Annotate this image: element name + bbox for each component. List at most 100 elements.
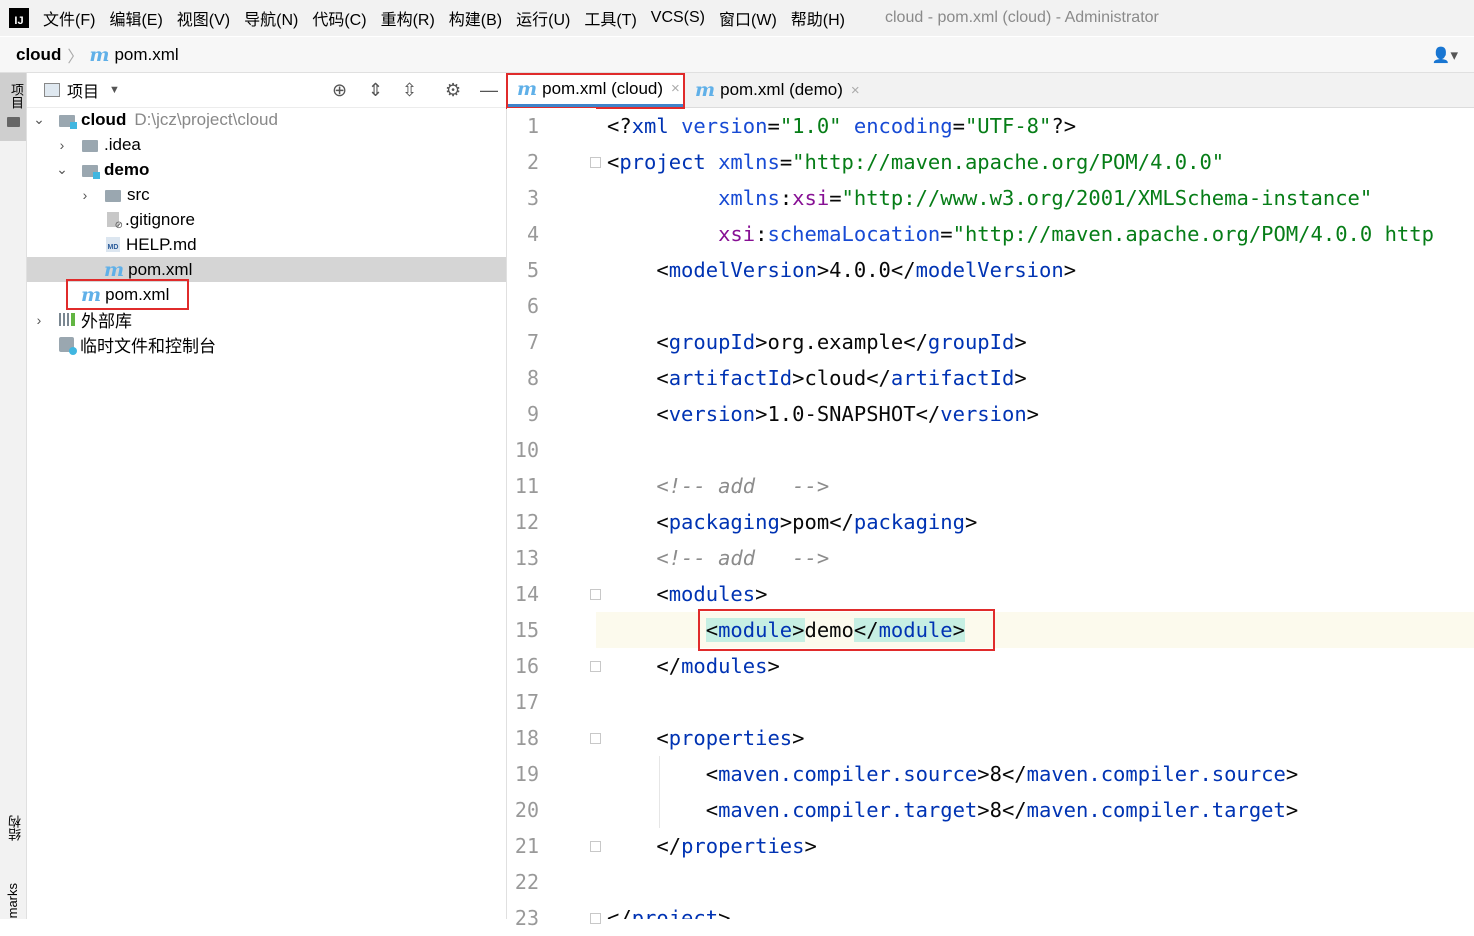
line-number: 18	[514, 726, 539, 750]
tree-label: demo	[104, 159, 150, 179]
structure-tool-button[interactable]: 结构	[6, 815, 25, 841]
code-line-14: <modules>	[607, 582, 768, 606]
code-line-20: <maven.compiler.target>8</maven.compiler…	[607, 798, 1299, 822]
tree-item-external-libraries[interactable]: › 外部库	[27, 307, 506, 332]
tree-item-src[interactable]: › src	[27, 182, 506, 207]
tree-label: HELP.md	[126, 234, 197, 254]
highlight-box	[698, 609, 995, 651]
line-number: 2	[526, 150, 539, 174]
gear-icon[interactable]: ⚙	[445, 80, 461, 101]
code-line-19: <maven.compiler.source>8</maven.compiler…	[607, 762, 1299, 786]
menu-vcs[interactable]: VCS(S)	[651, 9, 705, 27]
project-panel-header: 项目 ▼ ⊕ ⇕ ⇳ ⚙ —	[27, 73, 506, 108]
menu-navigate[interactable]: 导航(N)	[244, 6, 298, 30]
code-line-8: <artifactId>cloud</artifactId>	[607, 366, 1027, 390]
breadcrumb-file[interactable]: pom.xml	[114, 45, 178, 65]
line-number: 20	[514, 798, 539, 822]
collapse-all-icon[interactable]: ⇳	[402, 80, 417, 101]
line-number: 11	[514, 474, 539, 498]
tree-label: 外部库	[81, 312, 132, 331]
chevron-down-icon[interactable]: ▼	[109, 84, 120, 96]
breadcrumb-separator-icon: 〉	[67, 48, 84, 66]
editor: m pom.xml (cloud) × m pom.xml (demo) × 1…	[506, 73, 1474, 930]
menu-tools[interactable]: 工具(T)	[584, 6, 636, 30]
chevron-right-icon[interactable]: ›	[33, 312, 45, 328]
code-line-13: <!-- add -->	[656, 546, 830, 570]
menu-view[interactable]: 视图(V)	[177, 6, 230, 30]
code-line-12: <packaging>pom</packaging>	[607, 510, 978, 534]
expand-all-icon[interactable]: ⇕	[368, 80, 383, 101]
line-number: 12	[514, 510, 539, 534]
code-line-23: </project>	[607, 906, 731, 919]
close-icon[interactable]: ×	[851, 82, 860, 99]
ignore-file-icon	[107, 212, 123, 231]
line-number: 16	[514, 654, 539, 678]
code-line-5: <modelVersion>4.0.0</modelVersion>	[607, 258, 1077, 282]
project-panel-title[interactable]: 项目	[67, 78, 99, 102]
code-editor[interactable]: <?xml version="1.0" encoding="UTF-8"?> <…	[596, 108, 1474, 919]
tree-item-scratches[interactable]: 临时文件和控制台	[27, 332, 506, 357]
project-path: D:\jcz\project\cloud	[134, 109, 278, 129]
minimize-icon[interactable]: —	[480, 80, 498, 101]
menu-window[interactable]: 窗口(W)	[719, 6, 777, 30]
tree-label: cloud	[81, 109, 127, 129]
line-number: 23	[514, 906, 539, 930]
chevron-right-icon[interactable]: ›	[79, 187, 91, 203]
menu-file[interactable]: 文件(F)	[43, 6, 95, 30]
code-line-21: </properties>	[607, 834, 817, 858]
chevron-right-icon[interactable]: ›	[56, 137, 68, 153]
chevron-down-icon[interactable]: ⌄	[56, 161, 68, 178]
menu-bar: IJ 文件(F) 编辑(E) 视图(V) 导航(N) 代码(C) 重构(R) 构…	[0, 0, 1474, 36]
line-number: 17	[514, 690, 539, 714]
tree-item-gitignore[interactable]: .gitignore	[27, 207, 506, 232]
menu-build[interactable]: 构建(B)	[449, 6, 502, 30]
navigation-breadcrumb: cloud 〉 m pom.xml 👤▾	[0, 37, 1474, 73]
maven-file-icon: m	[104, 258, 125, 281]
scratches-icon	[59, 337, 77, 355]
user-account-icon[interactable]: 👤▾	[1432, 46, 1458, 64]
tree-label: 临时文件和控制台	[80, 337, 216, 356]
locate-icon[interactable]: ⊕	[332, 80, 347, 101]
module-folder-icon	[82, 164, 100, 179]
menu-refactor[interactable]: 重构(R)	[381, 6, 435, 30]
project-tool-button[interactable]: 项目	[0, 73, 26, 141]
window-title: cloud - pom.xml (cloud) - Administrator	[885, 9, 1159, 26]
editor-tabs: m pom.xml (cloud) × m pom.xml (demo) ×	[506, 73, 1474, 109]
line-number: 21	[514, 834, 539, 858]
line-number: 6	[526, 294, 539, 318]
markdown-file-icon: MD	[106, 237, 120, 252]
code-line-7: <groupId>org.example</groupId>	[607, 330, 1027, 354]
project-view-icon	[44, 83, 60, 97]
line-number: 13	[514, 546, 539, 570]
intellij-logo-icon: IJ	[7, 6, 31, 30]
tree-item-demo[interactable]: ⌄ demo	[27, 157, 506, 182]
code-line-9: <version>1.0-SNAPSHOT</version>	[607, 402, 1040, 426]
tab-pom-demo[interactable]: m pom.xml (demo) ×	[693, 73, 860, 107]
code-line-2: <project xmlns="http://maven.apache.org/…	[607, 150, 1225, 174]
menu-code[interactable]: 代码(C)	[312, 6, 366, 30]
line-number: 7	[526, 330, 539, 354]
line-number: 4	[526, 222, 539, 246]
project-tool-label: 项目	[9, 83, 24, 109]
tree-label: pom.xml	[128, 259, 193, 279]
line-number: 1	[526, 114, 539, 138]
code-line-16: </modules>	[607, 654, 780, 678]
tree-item-idea[interactable]: › .idea	[27, 132, 506, 157]
tree-label: src	[127, 184, 150, 204]
line-number: 19	[514, 762, 539, 786]
tree-item-help-md[interactable]: MD HELP.md	[27, 232, 506, 257]
code-line-18: <properties>	[607, 726, 805, 750]
menu-run[interactable]: 运行(U)	[516, 6, 570, 30]
line-number: 8	[526, 366, 539, 390]
library-icon	[59, 313, 75, 326]
tree-label: .idea	[104, 134, 141, 154]
tree-item-cloud[interactable]: ⌄ cloud D:\jcz\project\cloud	[27, 107, 506, 132]
menu-help[interactable]: 帮助(H)	[791, 6, 845, 30]
code-line-3: xmlns:xsi="http://www.w3.org/2001/XMLSch…	[718, 186, 1373, 210]
line-number: 22	[514, 870, 539, 894]
line-number: 9	[526, 402, 539, 426]
menu-edit[interactable]: 编辑(E)	[109, 6, 162, 30]
chevron-down-icon[interactable]: ⌄	[33, 111, 45, 128]
bookmarks-tool-button[interactable]: marks	[5, 883, 20, 918]
breadcrumb-project[interactable]: cloud	[16, 45, 61, 65]
